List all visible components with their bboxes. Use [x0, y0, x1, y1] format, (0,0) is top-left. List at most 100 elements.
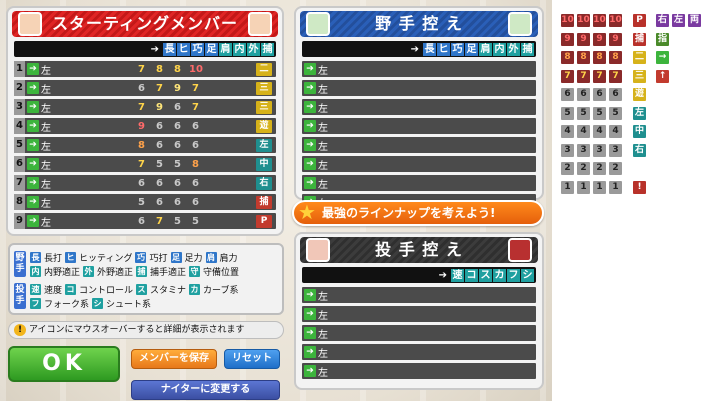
col-header-control[interactable]: コ	[465, 268, 478, 282]
bench-row[interactable]: ➔左	[302, 61, 536, 77]
save-members-button[interactable]: メンバーを保存	[131, 349, 217, 369]
col-header-outfield[interactable]: 外	[507, 42, 520, 56]
move-arrow-icon[interactable]: ➔	[27, 196, 39, 208]
grade-sample-icon: 10	[561, 14, 574, 27]
lineup-row[interactable]: 6 ➔ 左 7 5 5 8 中	[14, 156, 276, 172]
bullpen-row[interactable]: ➔ 左	[302, 344, 536, 360]
position-badge[interactable]: 左	[256, 138, 272, 152]
position-badge[interactable]: 二	[256, 62, 272, 76]
lineup-row[interactable]: 5 ➔ 左 8 6 6 6 左	[14, 137, 276, 153]
col-header-skill[interactable]: 巧	[451, 42, 464, 56]
col-header-arm[interactable]: 肩	[219, 42, 232, 56]
col-header-hit[interactable]: ヒ	[437, 42, 450, 56]
lineup-row[interactable]: 4 ➔ 左 9 6 6 6 遊	[14, 118, 276, 134]
col-header-arm[interactable]: 肩	[479, 42, 492, 56]
col-header-skill[interactable]: 巧	[191, 42, 204, 56]
legend-key-label: コントロール	[79, 286, 134, 296]
move-arrow-icon[interactable]: ➔	[304, 82, 316, 94]
reset-button[interactable]: リセット	[224, 349, 280, 369]
move-arrow-icon[interactable]: ➔	[304, 120, 316, 132]
legend-key-label: スタミナ	[150, 286, 187, 296]
sort-arrow-icon[interactable]: ➔	[151, 44, 159, 55]
position-badge[interactable]: 捕	[256, 195, 272, 209]
col-header-speed[interactable]: 足	[205, 42, 218, 56]
col-header-outfield[interactable]: 外	[247, 42, 260, 56]
legend-key-label: 外野適正	[97, 268, 134, 278]
grade-sample-icon: 8	[577, 51, 590, 64]
bullpen-row[interactable]: ➔ 左	[302, 325, 536, 341]
bench-row[interactable]: ➔左	[302, 137, 536, 153]
grade-sample-icon: 4	[593, 125, 606, 138]
position-sample-icon: !	[633, 180, 646, 194]
move-arrow-icon[interactable]: ➔	[304, 139, 316, 151]
bench-row[interactable]: ➔左	[302, 175, 536, 191]
bench-row[interactable]: ➔左	[302, 80, 536, 96]
lineup-row[interactable]: 2 ➔ 左 6 7 9 7 三	[14, 80, 276, 96]
sort-arrow-icon[interactable]: ➔	[439, 270, 447, 281]
col-header-speed[interactable]: 足	[465, 42, 478, 56]
bullpen-row[interactable]: ➔ 左	[302, 363, 536, 379]
lineup-row[interactable]: 3 ➔ 左 7 9 6 7 三	[14, 99, 276, 115]
move-arrow-icon[interactable]: ➔	[304, 346, 316, 358]
col-header-long[interactable]: 長	[423, 42, 436, 56]
lineup-row[interactable]: 8 ➔ 左 5 6 6 6 捕	[14, 194, 276, 210]
col-header-infield[interactable]: 内	[493, 42, 506, 56]
col-header-shoot[interactable]: シ	[521, 268, 534, 282]
grade-sample-icon: 3	[609, 143, 622, 157]
position-badge[interactable]: 遊	[256, 119, 272, 133]
position-badge[interactable]: 右	[256, 176, 272, 190]
col-header-stamina[interactable]: ス	[479, 268, 492, 282]
grade-sample-icon: 2	[577, 162, 590, 175]
col-header-velocity[interactable]: 速	[451, 268, 464, 282]
sort-arrow-icon[interactable]: ➔	[411, 44, 419, 55]
col-header-catcher[interactable]: 捕	[521, 42, 534, 56]
legend-key-icon: 守	[189, 266, 201, 277]
position-sample-icon: 捕	[633, 32, 646, 46]
move-arrow-icon[interactable]: ➔	[304, 177, 316, 189]
grade-sample-icon: 4	[561, 125, 574, 138]
player-face-icon	[18, 12, 42, 36]
bench-row[interactable]: ➔左	[302, 99, 536, 115]
bench-fielders-header: 野 手 控 え	[300, 11, 538, 37]
move-arrow-icon[interactable]: ➔	[304, 365, 316, 377]
move-arrow-icon[interactable]: ➔	[27, 158, 39, 170]
move-arrow-icon[interactable]: ➔	[304, 101, 316, 113]
position-badge[interactable]: 中	[256, 157, 272, 171]
col-header-long[interactable]: 長	[163, 42, 176, 56]
move-arrow-icon[interactable]: ➔	[304, 289, 316, 301]
col-header-hit[interactable]: ヒ	[177, 42, 190, 56]
position-badge[interactable]: P	[256, 214, 272, 228]
move-arrow-icon[interactable]: ➔	[27, 120, 39, 132]
move-arrow-icon[interactable]: ➔	[27, 177, 39, 189]
col-header-curve[interactable]: カ	[493, 268, 506, 282]
col-header-fork[interactable]: フ	[507, 268, 520, 282]
grade-sample-icon: 1	[577, 180, 590, 194]
position-badge[interactable]: 三	[256, 81, 272, 95]
col-header-infield[interactable]: 内	[233, 42, 246, 56]
lineup-row[interactable]: 1 ➔ 左 7 8 8 10 二	[14, 61, 276, 77]
move-arrow-icon[interactable]: ➔	[304, 63, 316, 75]
night-game-button[interactable]: ナイターに変更する	[131, 380, 280, 400]
bullpen-row[interactable]: ➔ 左	[302, 306, 536, 322]
legend-key-label: 速度	[44, 286, 63, 296]
move-arrow-icon[interactable]: ➔	[27, 82, 39, 94]
move-arrow-icon[interactable]: ➔	[27, 101, 39, 113]
move-arrow-icon[interactable]: ➔	[304, 158, 316, 170]
position-sample-icon: 左	[633, 106, 646, 120]
move-arrow-icon[interactable]: ➔	[304, 308, 316, 320]
legend-key-label: 巧打	[149, 254, 168, 264]
move-arrow-icon[interactable]: ➔	[304, 327, 316, 339]
lineup-row[interactable]: 7 ➔ 左 6 6 6 6 右	[14, 175, 276, 191]
position-badge[interactable]: 三	[256, 100, 272, 114]
legend-box: 野手 長長打ヒヒッティング巧巧打足足力肩肩力 内内野適正外外野適正捕捕手適正守守…	[8, 243, 284, 315]
move-arrow-icon[interactable]: ➔	[27, 63, 39, 75]
move-arrow-icon[interactable]: ➔	[27, 215, 39, 227]
bench-row[interactable]: ➔左	[302, 156, 536, 172]
bench-row[interactable]: ➔左	[302, 118, 536, 134]
lineup-row[interactable]: 9 ➔ 左 6 7 5 5 P	[14, 213, 276, 229]
ok-button[interactable]: OK	[8, 346, 120, 382]
bullpen-row[interactable]: ➔ 左	[302, 287, 536, 303]
move-arrow-icon[interactable]: ➔	[27, 139, 39, 151]
legend-pitcher-line-1: 速速度ココントロールススタミナカカーブ系	[30, 283, 239, 296]
col-header-catcher[interactable]: 捕	[261, 42, 274, 56]
